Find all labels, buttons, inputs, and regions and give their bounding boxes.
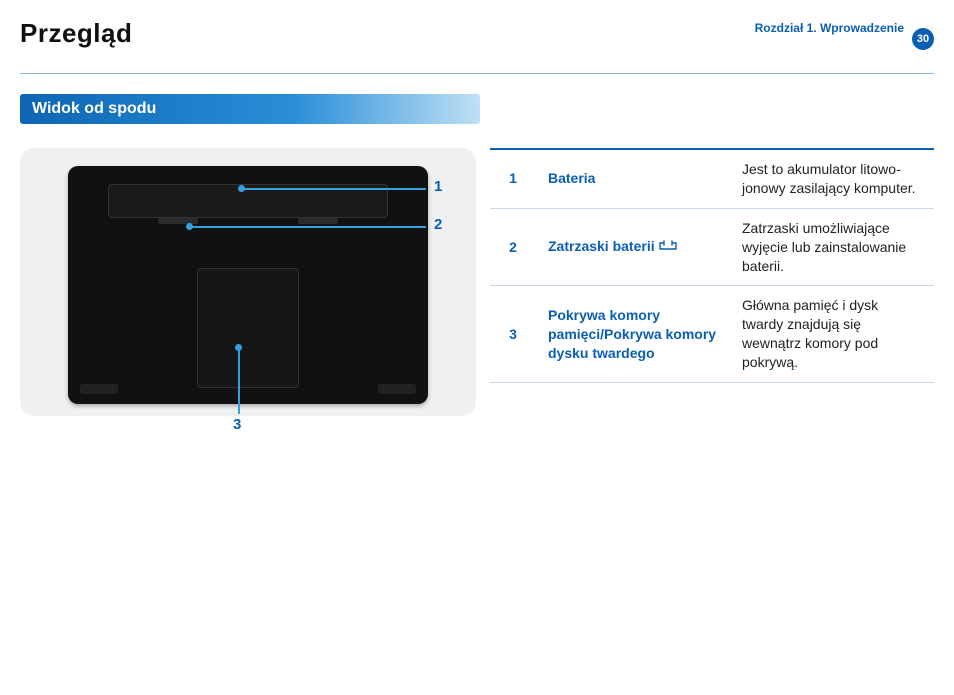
page-header: Przegląd Rozdział 1. Wprowadzenie 30: [20, 18, 934, 74]
page-number: 30: [912, 28, 934, 50]
callout-number-2: 2: [434, 216, 442, 233]
chapter-line2: Wprowadzenie: [820, 21, 904, 35]
chapter-line1: Rozdział 1.: [755, 21, 817, 35]
callout-line: [240, 188, 426, 190]
table-row: 3 Pokrywa komory pamięci/Pokrywa komory …: [490, 286, 934, 383]
laptop-bottom-illustration: [68, 166, 428, 404]
section-header: Widok od spodu: [20, 94, 934, 124]
part-desc: Zatrzaski umożliwiające wyjęcie lub zain…: [730, 208, 934, 286]
callout-number-3: 3: [233, 416, 241, 433]
parts-table-column: 1 Bateria Jest to akumulator litowo-jono…: [490, 148, 934, 416]
section-title: Widok od spodu: [20, 94, 480, 124]
part-desc: Jest to akumulator litowo-jonowy zasilaj…: [730, 149, 934, 208]
illustration-cover-panel: [197, 268, 299, 388]
part-number: 2: [490, 208, 536, 286]
illustration-foot: [80, 384, 118, 394]
latch-icon: [659, 238, 677, 257]
parts-table: 1 Bateria Jest to akumulator litowo-jono…: [490, 148, 934, 383]
table-row: 1 Bateria Jest to akumulator litowo-jono…: [490, 149, 934, 208]
part-name: Pokrywa komory pamięci/Pokrywa komory dy…: [536, 286, 730, 383]
figure-column: 1 2 3: [20, 148, 460, 416]
figure-box: 1 2 3: [20, 148, 476, 416]
callout-line: [238, 348, 240, 414]
page-title: Przegląd: [20, 18, 132, 48]
part-name-text: Bateria: [548, 170, 595, 186]
part-desc: Główna pamięć i dysk twardy znajdują się…: [730, 286, 934, 383]
part-name: Bateria: [536, 149, 730, 208]
part-name-text: Pokrywa komory pamięci/Pokrywa komory dy…: [548, 307, 716, 361]
callout-line: [190, 226, 426, 228]
part-name-text: Zatrzaski baterii: [548, 238, 655, 254]
table-row: 2 Zatrzaski baterii Zatrzaski umożliwiaj…: [490, 208, 934, 286]
part-number: 1: [490, 149, 536, 208]
illustration-latch: [298, 218, 338, 224]
illustration-foot: [378, 384, 416, 394]
chapter-info: Rozdział 1. Wprowadzenie: [755, 21, 904, 36]
part-name: Zatrzaski baterii: [536, 208, 730, 286]
part-number: 3: [490, 286, 536, 383]
callout-number-1: 1: [434, 178, 442, 195]
